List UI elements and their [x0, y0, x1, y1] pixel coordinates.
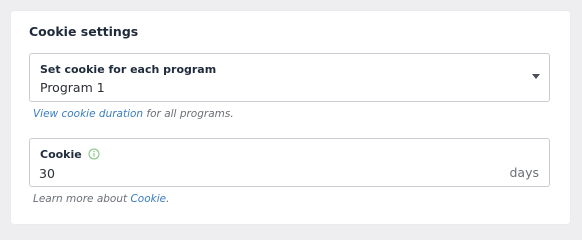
- cookie-link[interactable]: Cookie: [130, 193, 166, 205]
- cookie-field-label: Cookie: [40, 148, 82, 161]
- learn-more-end: .: [166, 193, 170, 205]
- cookie-duration-unit: days: [509, 165, 539, 180]
- cookie-duration-input[interactable]: [39, 164, 479, 182]
- program-select-value: Program 1: [40, 80, 105, 95]
- section-title: Cookie settings: [29, 24, 139, 39]
- program-select[interactable]: Set cookie for each program Program 1: [29, 53, 550, 102]
- learn-more-hint: Learn more about Cookie.: [33, 193, 169, 205]
- cookie-field: Cookie days: [29, 138, 550, 187]
- cookie-settings-card: Cookie settings Set cookie for each prog…: [11, 11, 570, 224]
- info-icon[interactable]: [88, 148, 100, 160]
- duration-hint-text: for all programs.: [143, 108, 234, 120]
- chevron-down-icon[interactable]: [532, 74, 540, 79]
- view-cookie-duration-link[interactable]: View cookie duration: [33, 108, 143, 120]
- program-select-label: Set cookie for each program: [40, 63, 217, 76]
- learn-more-text: Learn more about: [33, 193, 131, 205]
- duration-hint: View cookie duration for all programs.: [33, 108, 234, 120]
